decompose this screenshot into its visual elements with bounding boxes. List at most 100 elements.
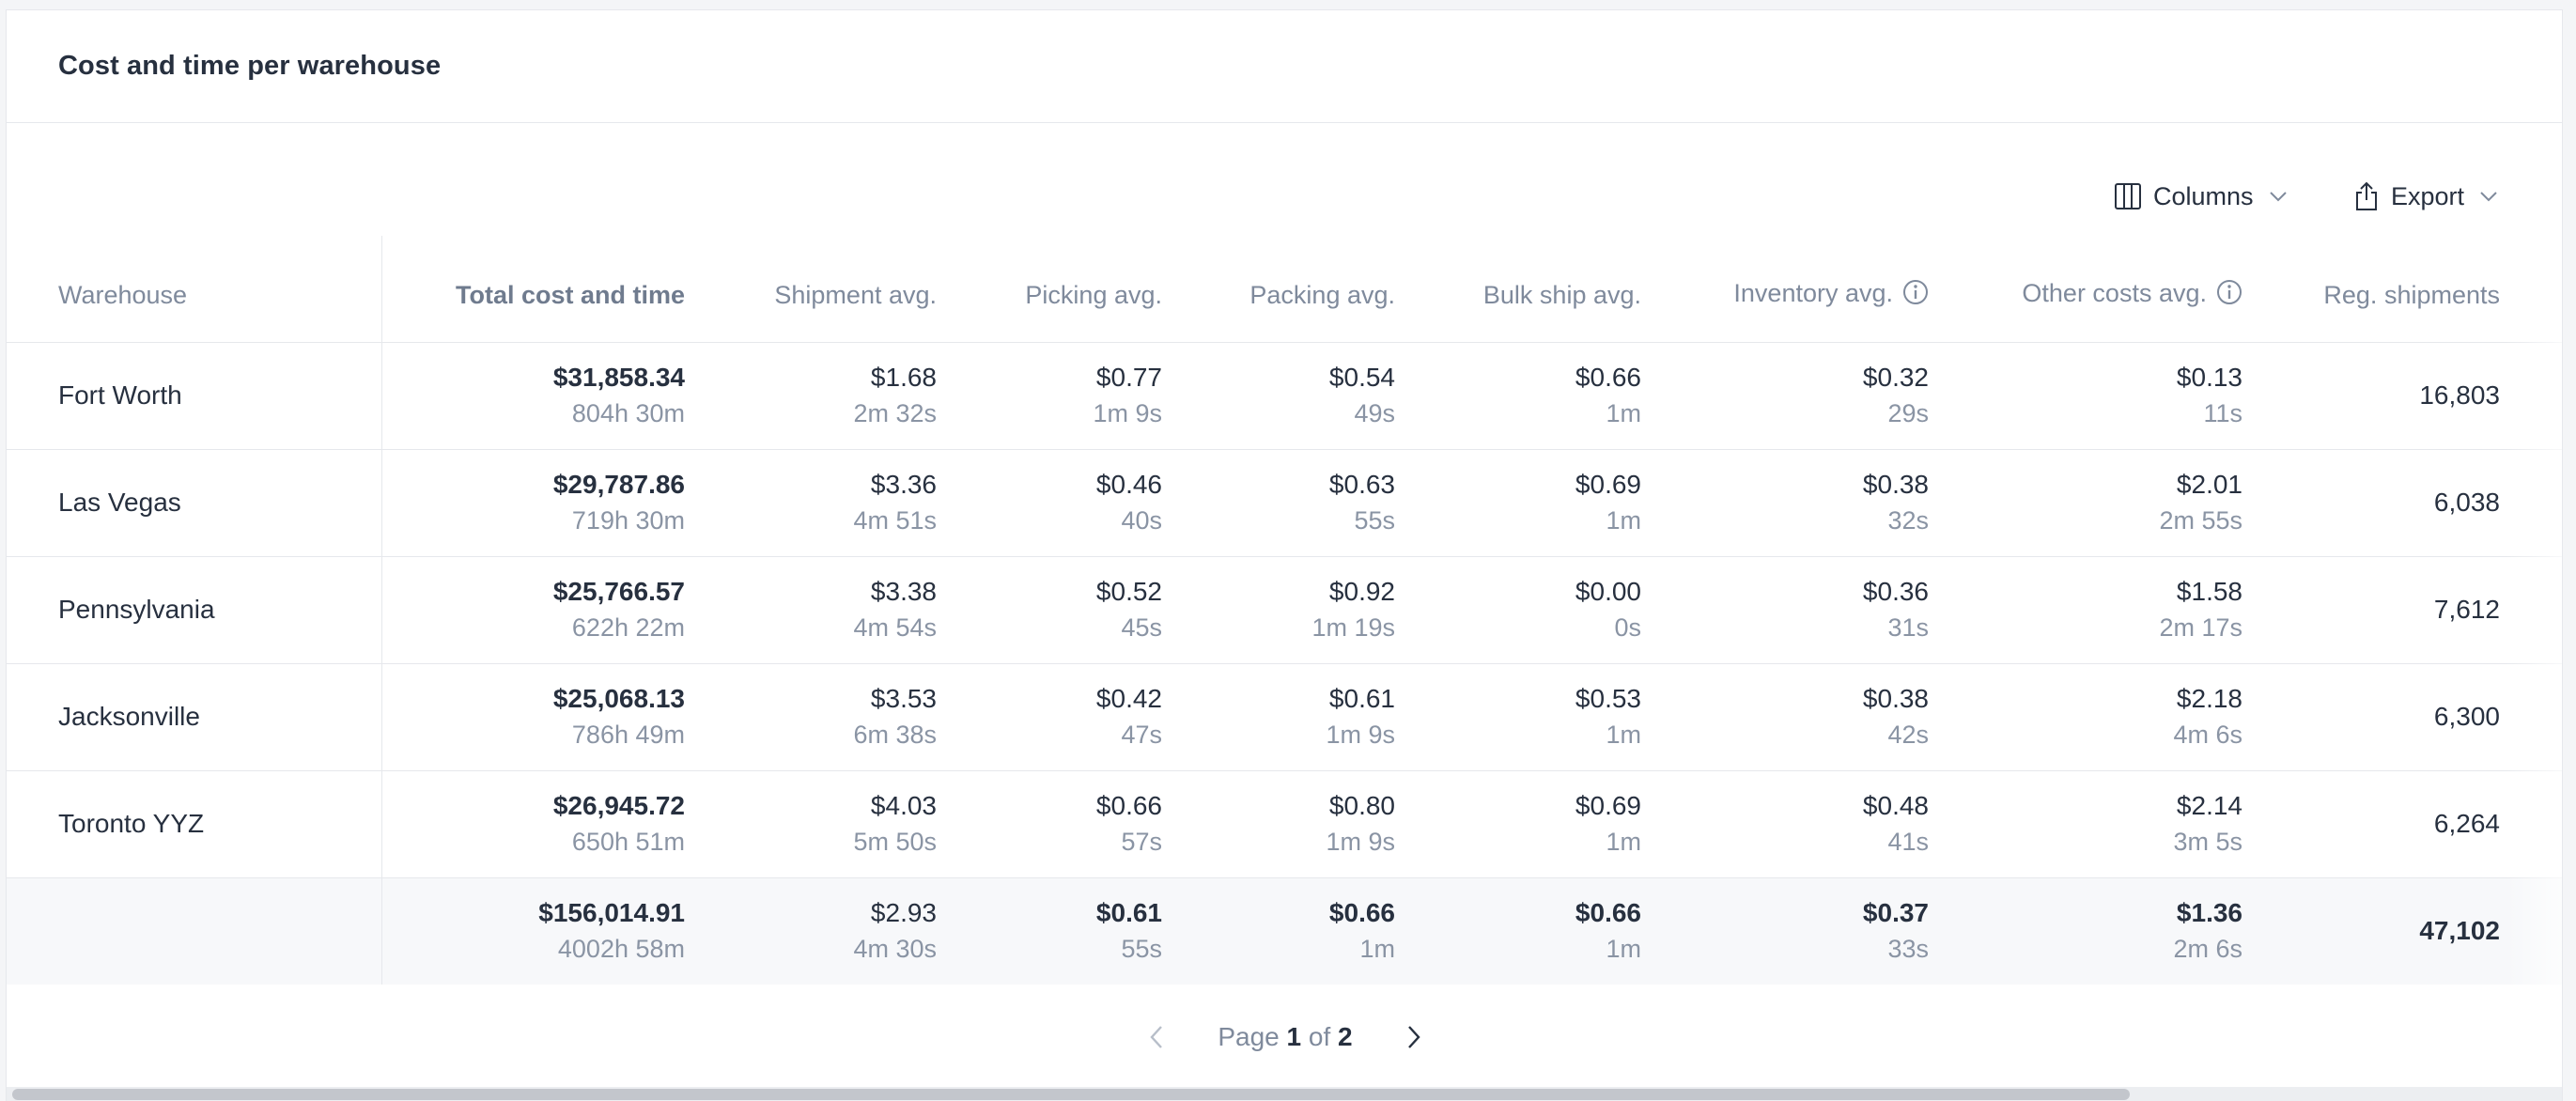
inventory-value: $0.38 xyxy=(1862,684,1929,713)
column-header-packing[interactable]: Packing avg. xyxy=(1162,236,1395,342)
totals-total-cell: $156,014.91 4002h 58m xyxy=(381,877,685,985)
warehouse-name: Jacksonville xyxy=(7,663,382,770)
row-packing-cell: $0.92 1m 19s xyxy=(1162,556,1395,663)
inventory-time: 41s xyxy=(1887,828,1929,856)
reg-shipments-value: 16,803 xyxy=(2419,380,2500,410)
row-inventory-cell: $0.36 31s xyxy=(1641,556,1929,663)
packing-value: $0.54 xyxy=(1328,363,1395,392)
row-other-cell: $2.01 2m 55s xyxy=(1929,449,2242,556)
chevron-left-icon xyxy=(1150,1026,1163,1048)
bulk-time: 0s xyxy=(1614,613,1641,642)
horizontal-scrollbar[interactable] xyxy=(7,1087,2562,1101)
other-value: $2.18 xyxy=(2176,684,2242,713)
shipment-time: 5m 50s xyxy=(853,828,937,856)
totals-label xyxy=(7,877,382,985)
other-value: $0.13 xyxy=(2176,363,2242,392)
shipment-value: $4.03 xyxy=(870,791,937,820)
shipment-value: $3.38 xyxy=(870,577,937,606)
picking-value: $0.46 xyxy=(1095,470,1162,499)
shipment-time: 6m 38s xyxy=(853,721,937,749)
warehouse-card: Cost and time per warehouse Columns Expo… xyxy=(6,9,2563,1101)
row-shipment-cell: $1.68 2m 32s xyxy=(685,342,937,449)
total-value: $31,858.34 xyxy=(552,363,685,392)
totals-other-cell: $1.36 2m 6s xyxy=(1929,877,2242,985)
row-packing-cell: $0.54 49s xyxy=(1162,342,1395,449)
column-header-other-label: Other costs avg. xyxy=(2022,278,2207,307)
row-bulk-cell: $0.53 1m xyxy=(1395,663,1641,770)
other-time: 2m 17s xyxy=(2159,613,2242,642)
table-header-row: Warehouse Total cost and time Shipment a… xyxy=(7,236,2562,342)
total-pages: 2 xyxy=(1338,1022,1353,1051)
packing-value: $0.66 xyxy=(1328,898,1395,928)
row-bulk-cell: $0.69 1m xyxy=(1395,770,1641,877)
packing-time: 1m 9s xyxy=(1326,721,1395,749)
totals-row: $156,014.91 4002h 58m $2.93 4m 30s $0.61 55s $… xyxy=(7,877,2562,985)
picking-time: 55s xyxy=(1121,935,1162,964)
total-time: 804h 30m xyxy=(571,399,685,427)
row-inventory-cell: $0.32 29s xyxy=(1641,342,1929,449)
bulk-time: 1m xyxy=(1606,721,1641,749)
totals-packing-cell: $0.66 1m xyxy=(1162,877,1395,985)
picking-time: 1m 9s xyxy=(1093,399,1162,427)
column-header-total[interactable]: Total cost and time xyxy=(381,236,685,342)
row-packing-cell: $0.80 1m 9s xyxy=(1162,770,1395,877)
warehouse-name: Fort Worth xyxy=(7,342,382,449)
table-row[interactable]: Pennsylvania $25,766.57 622h 22m $3.38 4m 54… xyxy=(7,556,2562,663)
other-time: 2m 6s xyxy=(2173,935,2242,964)
row-bulk-cell: $0.00 0s xyxy=(1395,556,1641,663)
reg-shipments-value: 6,264 xyxy=(2433,809,2500,838)
row-packing-cell: $0.63 55s xyxy=(1162,449,1395,556)
other-value: $1.58 xyxy=(2176,577,2242,606)
info-circle-icon[interactable] xyxy=(1902,279,1929,312)
reg-shipments-total: 47,102 xyxy=(2419,916,2500,946)
picking-time: 40s xyxy=(1121,506,1162,535)
warehouse-table: Warehouse Total cost and time Shipment a… xyxy=(7,236,2562,985)
bulk-value: $0.66 xyxy=(1575,363,1641,392)
column-header-picking[interactable]: Picking avg. xyxy=(937,236,1162,342)
total-time: 786h 49m xyxy=(571,721,685,749)
packing-time: 1m 19s xyxy=(1311,613,1395,642)
totals-bulk-cell: $0.66 1m xyxy=(1395,877,1641,985)
column-header-bulk[interactable]: Bulk ship avg. xyxy=(1395,236,1641,342)
table-row[interactable]: Jacksonville $25,068.13 786h 49m $3.53 6m 38… xyxy=(7,663,2562,770)
picking-time: 47s xyxy=(1121,721,1162,749)
prev-page-button[interactable] xyxy=(1133,1014,1180,1061)
column-header-inventory-label: Inventory avg. xyxy=(1733,278,1893,307)
table-row[interactable]: Fort Worth $31,858.34 804h 30m $1.68 2m 32s $… xyxy=(7,342,2562,449)
column-header-warehouse[interactable]: Warehouse xyxy=(7,236,382,342)
warehouse-name: Toronto YYZ xyxy=(7,770,382,877)
inventory-time: 33s xyxy=(1887,935,1929,964)
other-value: $2.01 xyxy=(2176,470,2242,499)
packing-time: 55s xyxy=(1354,506,1395,535)
row-picking-cell: $0.52 45s xyxy=(937,556,1162,663)
row-bulk-cell: $0.66 1m xyxy=(1395,342,1641,449)
reg-shipments-value: 6,038 xyxy=(2433,488,2500,517)
total-time: 719h 30m xyxy=(571,506,685,535)
bulk-value: $0.66 xyxy=(1575,898,1641,928)
info-circle-icon[interactable] xyxy=(2216,279,2242,312)
row-total-cell: $25,766.57 622h 22m xyxy=(381,556,685,663)
other-time: 3m 5s xyxy=(2173,828,2242,856)
other-time: 2m 55s xyxy=(2159,506,2242,535)
bulk-time: 1m xyxy=(1606,399,1641,427)
row-picking-cell: $0.66 57s xyxy=(937,770,1162,877)
packing-value: $0.92 xyxy=(1328,577,1395,606)
table-row[interactable]: Toronto YYZ $26,945.72 650h 51m $4.03 5m 50s… xyxy=(7,770,2562,877)
shipment-value: $3.36 xyxy=(870,470,937,499)
column-header-reg-shipments[interactable]: Reg. shipments xyxy=(2242,236,2562,342)
scrollbar-thumb[interactable] xyxy=(12,1089,2130,1100)
table-row[interactable]: Las Vegas $29,787.86 719h 30m $3.36 4m 51s $0… xyxy=(7,449,2562,556)
column-header-inventory[interactable]: Inventory avg. xyxy=(1641,236,1929,342)
totals-picking-cell: $0.61 55s xyxy=(937,877,1162,985)
packing-value: $0.63 xyxy=(1328,470,1395,499)
next-page-button[interactable] xyxy=(1390,1014,1437,1061)
columns-button[interactable]: Columns xyxy=(2114,170,2288,223)
chevron-down-icon xyxy=(2479,190,2498,203)
bulk-time: 1m xyxy=(1606,828,1641,856)
total-time: 4002h 58m xyxy=(557,935,685,964)
export-button[interactable]: Export xyxy=(2353,170,2498,223)
column-header-shipment[interactable]: Shipment avg. xyxy=(685,236,937,342)
totals-inventory-cell: $0.37 33s xyxy=(1641,877,1929,985)
column-header-other[interactable]: Other costs avg. xyxy=(1929,236,2242,342)
bulk-value: $0.00 xyxy=(1575,577,1641,606)
